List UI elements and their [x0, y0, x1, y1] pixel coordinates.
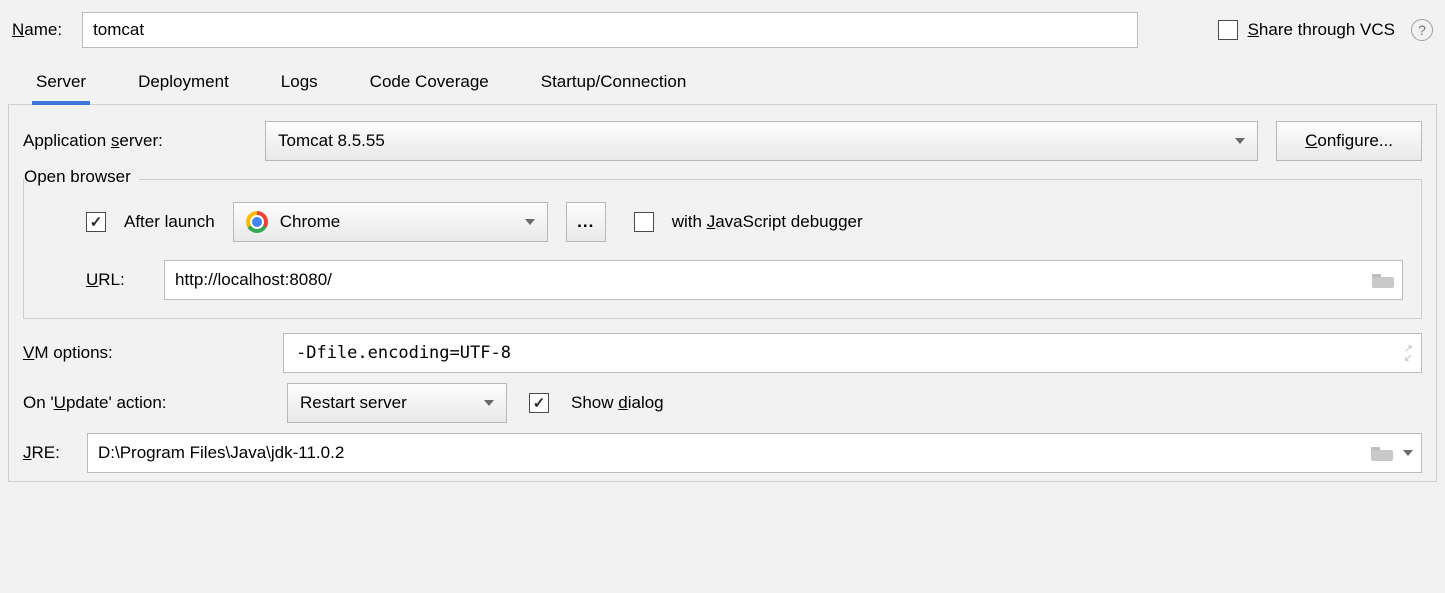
on-update-value: Restart server [300, 393, 407, 413]
js-debugger-checkbox[interactable] [634, 212, 654, 232]
browser-dropdown[interactable]: Chrome [233, 202, 548, 242]
after-launch-label: After launch [124, 212, 215, 232]
vm-options-wrap: ↗↙ [283, 333, 1422, 373]
on-update-dropdown[interactable]: Restart server [287, 383, 507, 423]
browser-value: Chrome [280, 212, 340, 232]
vm-options-label: VM options: [23, 343, 265, 363]
application-server-label: Application server: [23, 131, 247, 151]
chevron-down-icon [484, 400, 494, 406]
tab-logs[interactable]: Logs [281, 66, 318, 104]
tab-code-coverage[interactable]: Code Coverage [370, 66, 489, 104]
tab-deployment[interactable]: Deployment [138, 66, 229, 104]
vm-options-input[interactable] [296, 343, 1404, 363]
tab-startup-connection[interactable]: Startup/Connection [541, 66, 687, 104]
js-debugger-label: with JavaScript debugger [672, 212, 863, 232]
name-input[interactable] [82, 12, 1137, 48]
chevron-down-icon [525, 219, 535, 225]
share-vcs-label: Share through VCS [1248, 20, 1395, 40]
open-browser-group: Open browser After launch Chrome ... wit… [23, 179, 1422, 319]
help-icon[interactable]: ? [1411, 19, 1433, 41]
folder-icon[interactable] [1372, 272, 1394, 288]
tabs: Server Deployment Logs Code Coverage Sta… [8, 56, 1437, 105]
configure-button[interactable]: Configure... [1276, 121, 1422, 161]
jre-label: JRE: [23, 443, 69, 463]
jre-input[interactable] [98, 443, 1371, 463]
chevron-down-icon[interactable] [1403, 450, 1413, 456]
on-update-label: On 'Update' action: [23, 393, 265, 413]
share-vcs-checkbox[interactable] [1218, 20, 1238, 40]
server-panel: Application server: Tomcat 8.5.55 Config… [8, 105, 1437, 482]
url-input-wrap [164, 260, 1403, 300]
show-dialog-label: Show dialog [571, 393, 664, 413]
browser-options-button[interactable]: ... [566, 202, 606, 242]
tab-server[interactable]: Server [36, 66, 86, 104]
chrome-icon [246, 211, 268, 233]
jre-input-wrap [87, 433, 1422, 473]
url-input[interactable] [175, 270, 1372, 290]
after-launch-checkbox[interactable] [86, 212, 106, 232]
application-server-dropdown[interactable]: Tomcat 8.5.55 [265, 121, 1258, 161]
application-server-value: Tomcat 8.5.55 [278, 131, 385, 151]
expand-icon[interactable]: ↗↙ [1404, 345, 1413, 362]
show-dialog-checkbox[interactable] [529, 393, 549, 413]
open-browser-legend: Open browser [24, 167, 139, 187]
folder-icon[interactable] [1371, 445, 1393, 461]
chevron-down-icon [1235, 138, 1245, 144]
url-label: URL: [86, 270, 142, 290]
name-label: Name: [12, 20, 62, 40]
